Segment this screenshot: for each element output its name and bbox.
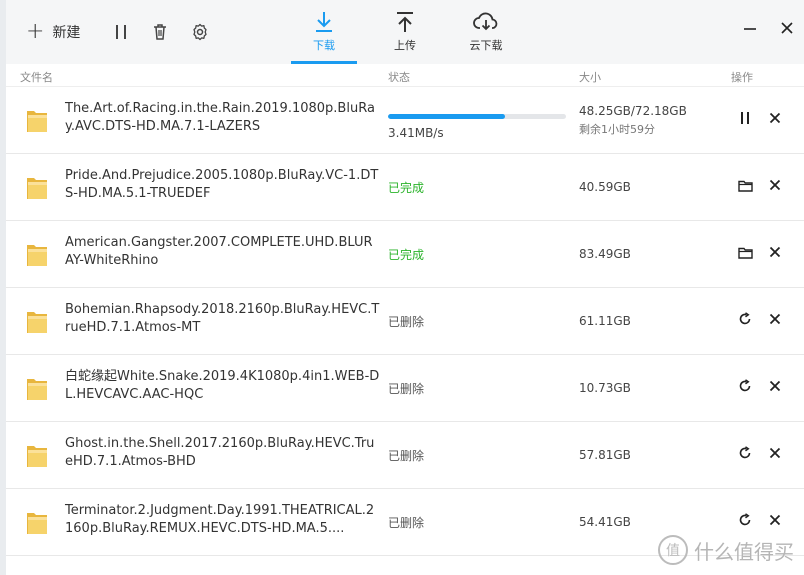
retry-icon bbox=[738, 312, 752, 326]
file-name: Pride.And.Prejudice.2005.1080p.BluRay.VC… bbox=[65, 168, 379, 201]
open-folder-icon bbox=[737, 246, 753, 259]
file-row[interactable]: Pride.And.Prejudice.2005.1080p.BluRay.VC… bbox=[6, 154, 804, 221]
minimize-icon bbox=[744, 28, 756, 30]
delete-button[interactable] bbox=[149, 18, 171, 46]
file-row[interactable]: The.Art.of.Racing.in.the.Rain.2019.1080p… bbox=[6, 87, 804, 154]
settings-button[interactable] bbox=[189, 18, 211, 46]
file-name: Terminator.2.Judgment.Day.1991.THEATRICA… bbox=[65, 503, 375, 536]
file-size: 48.25GB/72.18GB bbox=[579, 104, 687, 118]
open-folder-button[interactable] bbox=[736, 176, 754, 194]
gear-icon bbox=[193, 23, 207, 41]
file-size: 10.73GB bbox=[579, 381, 631, 395]
file-name: Ghost.in.the.Shell.2017.2160p.BluRay.HEV… bbox=[65, 436, 375, 469]
folder-icon bbox=[26, 376, 48, 402]
retry-button[interactable] bbox=[736, 310, 754, 328]
column-size: 大小 bbox=[579, 71, 601, 84]
retry-button[interactable] bbox=[736, 511, 754, 529]
retry-button[interactable] bbox=[736, 377, 754, 395]
status-text: 已完成 bbox=[388, 248, 425, 262]
tab-upload[interactable]: 上传 bbox=[372, 0, 438, 64]
file-size: 57.81GB bbox=[579, 448, 631, 462]
close-icon bbox=[769, 179, 781, 191]
tab-cloud-download[interactable]: 云下载 bbox=[453, 0, 519, 64]
open-folder-button[interactable] bbox=[736, 243, 754, 261]
folder-icon bbox=[26, 108, 48, 134]
file-row[interactable]: Ghost.in.the.Shell.2017.2160p.BluRay.HEV… bbox=[6, 422, 804, 489]
tab-cloud-download-label: 云下载 bbox=[469, 39, 503, 52]
pause-icon bbox=[739, 111, 751, 125]
minimize-button[interactable] bbox=[742, 20, 758, 42]
retry-icon bbox=[738, 446, 752, 460]
file-name: American.Gangster.2007.COMPLETE.UHD.BLUR… bbox=[65, 235, 373, 268]
close-icon bbox=[769, 514, 781, 526]
file-name: Bohemian.Rhapsody.2018.2160p.BluRay.HEVC… bbox=[65, 302, 380, 335]
file-name: 白蛇缘起White.Snake.2019.4K1080p.4in1.WEB-DL… bbox=[65, 369, 380, 402]
column-name: 文件名 bbox=[20, 71, 53, 84]
cloud-download-icon bbox=[473, 12, 498, 31]
trash-icon bbox=[154, 24, 166, 40]
file-row[interactable]: 白蛇缘起White.Snake.2019.4K1080p.4in1.WEB-DL… bbox=[6, 355, 804, 422]
remove-button[interactable] bbox=[766, 243, 784, 261]
folder-icon bbox=[26, 510, 48, 536]
remove-button[interactable] bbox=[766, 310, 784, 328]
file-size: 54.41GB bbox=[579, 515, 631, 529]
download-speed: 3.41MB/s bbox=[388, 126, 444, 140]
retry-button[interactable] bbox=[736, 444, 754, 462]
close-icon bbox=[781, 22, 793, 34]
time-remaining: 剩余1小时59分 bbox=[579, 123, 655, 136]
remove-button[interactable] bbox=[766, 109, 784, 127]
tab-download-label: 下载 bbox=[313, 39, 335, 52]
close-window-button[interactable] bbox=[779, 20, 795, 42]
upload-icon bbox=[397, 12, 413, 32]
download-icon bbox=[316, 12, 332, 32]
remove-button[interactable] bbox=[766, 444, 784, 462]
folder-icon bbox=[26, 175, 48, 201]
pause-button[interactable] bbox=[736, 109, 754, 127]
watermark-text: 什么值得买 bbox=[694, 539, 794, 564]
retry-icon bbox=[738, 379, 752, 393]
file-name: The.Art.of.Racing.in.the.Rain.2019.1080p… bbox=[65, 101, 375, 134]
status-text: 已删除 bbox=[388, 315, 425, 329]
plus-icon: + bbox=[26, 19, 45, 44]
folder-icon bbox=[26, 443, 48, 469]
close-icon bbox=[769, 447, 781, 459]
status-text: 已完成 bbox=[388, 181, 425, 195]
column-actions: 操作 bbox=[731, 71, 753, 84]
watermark: 值 什么值得买 bbox=[658, 535, 794, 565]
file-list: The.Art.of.Racing.in.the.Rain.2019.1080p… bbox=[6, 87, 804, 556]
file-size: 83.49GB bbox=[579, 247, 631, 261]
remove-button[interactable] bbox=[766, 176, 784, 194]
tab-upload-label: 上传 bbox=[394, 39, 416, 52]
column-header: 文件名 状态 大小 操作 bbox=[6, 64, 804, 87]
close-icon bbox=[769, 313, 781, 325]
file-row[interactable]: Bohemian.Rhapsody.2018.2160p.BluRay.HEVC… bbox=[6, 288, 804, 355]
remove-button[interactable] bbox=[766, 511, 784, 529]
close-icon bbox=[769, 246, 781, 258]
new-task-button[interactable]: + 新建 bbox=[26, 18, 80, 46]
watermark-logo: 值 bbox=[658, 535, 688, 565]
remove-button[interactable] bbox=[766, 377, 784, 395]
status-text: 已删除 bbox=[388, 516, 425, 530]
retry-icon bbox=[738, 513, 752, 527]
toolbar: + 新建 下载 上传 云下载 bbox=[6, 0, 804, 64]
transfer-window: + 新建 下载 上传 云下载 文件名 状态 大小 操作 The.Art.of.R… bbox=[6, 0, 804, 575]
column-status: 状态 bbox=[388, 71, 410, 84]
pause-icon bbox=[116, 25, 126, 39]
status-text: 已删除 bbox=[388, 382, 425, 396]
open-folder-icon bbox=[737, 179, 753, 192]
download-progress-bar bbox=[388, 114, 566, 119]
close-icon bbox=[769, 112, 781, 124]
tab-download[interactable]: 下载 bbox=[291, 0, 357, 64]
file-size: 61.11GB bbox=[579, 314, 631, 328]
status-text: 已删除 bbox=[388, 449, 425, 463]
new-task-label: 新建 bbox=[52, 25, 81, 41]
file-size: 40.59GB bbox=[579, 180, 631, 194]
close-icon bbox=[769, 380, 781, 392]
folder-icon bbox=[26, 309, 48, 335]
file-row[interactable]: American.Gangster.2007.COMPLETE.UHD.BLUR… bbox=[6, 221, 804, 288]
folder-icon bbox=[26, 242, 48, 268]
pause-all-button[interactable] bbox=[110, 18, 132, 46]
